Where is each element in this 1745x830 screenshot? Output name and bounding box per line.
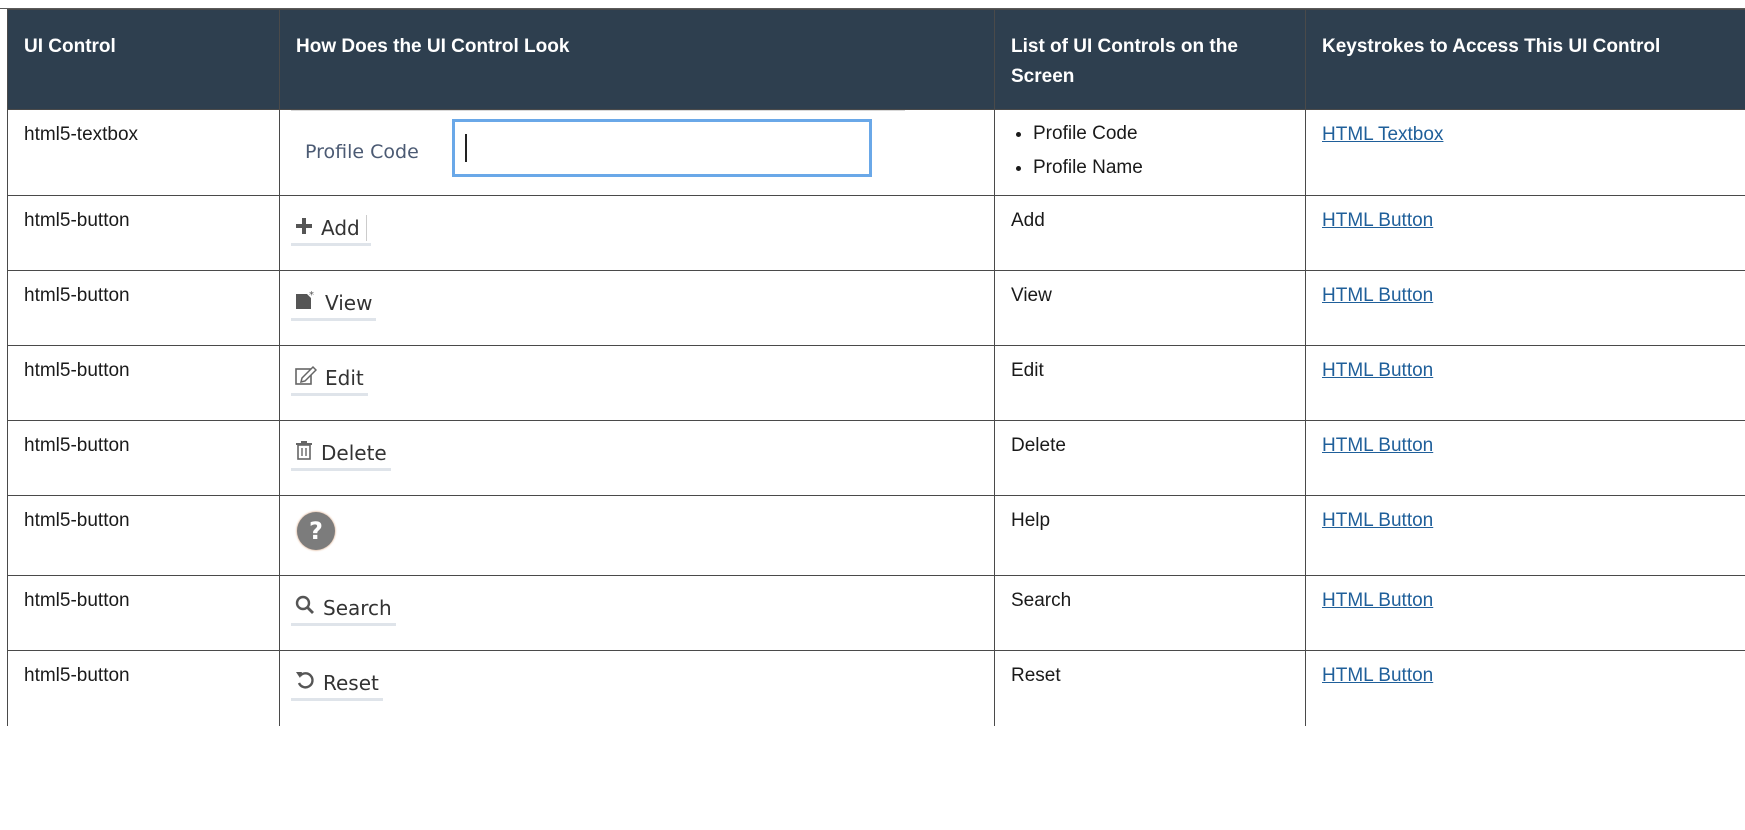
keystroke-cell: HTML Button (1305, 345, 1745, 421)
plus-icon (295, 215, 313, 241)
control-list-cell: Help (994, 495, 1306, 576)
table-header-row: UI Control How Does the UI Control Look … (7, 9, 1745, 110)
view-document-icon: * (295, 290, 317, 316)
keystroke-cell: HTML Button (1305, 195, 1745, 271)
control-type-cell: html5-button (7, 420, 280, 496)
reset-button-mock[interactable]: Reset (291, 663, 383, 701)
control-list-cell: Delete (994, 420, 1306, 496)
separator (365, 215, 367, 241)
profile-code-textbox-mock: Profile Code (291, 110, 905, 191)
trash-icon (295, 440, 313, 466)
table-row: html5-button ? Help HTML Button (7, 495, 1745, 576)
keystroke-cell: HTML Button (1305, 575, 1745, 651)
control-list-cell: Edit (994, 345, 1306, 421)
search-button-mock[interactable]: Search (291, 588, 396, 626)
control-look-cell: Reset (279, 650, 995, 726)
header-list-of-controls: List of UI Controls on the Screen (994, 9, 1306, 110)
text-cursor-icon (465, 134, 467, 162)
control-type-cell: html5-button (7, 345, 280, 421)
control-list-cell: View (994, 270, 1306, 346)
table-row: html5-button Reset Reset HTML Button (7, 650, 1745, 726)
html-button-link[interactable]: HTML Button (1322, 360, 1433, 381)
edit-pencil-icon (295, 365, 318, 391)
header-how-does-it-look: How Does the UI Control Look (279, 9, 995, 110)
table-row: html5-button Search Search HTML Button (7, 575, 1745, 651)
reset-arrow-icon (295, 670, 315, 696)
table-row: html5-button Edit Edit HTML Button (7, 345, 1745, 421)
control-look-cell: Delete (279, 420, 995, 496)
header-keystrokes: Keystrokes to Access This UI Control (1305, 9, 1745, 110)
keystroke-cell: HTML Button (1305, 420, 1745, 496)
table-row: html5-button * View View HTML Button (7, 270, 1745, 346)
control-look-cell: Add (279, 195, 995, 271)
html-button-link[interactable]: HTML Button (1322, 435, 1433, 456)
control-type-cell: html5-button (7, 575, 280, 651)
control-list: Profile Code Profile Name (1011, 122, 1289, 180)
header-ui-control: UI Control (7, 9, 280, 110)
control-type-cell: html5-button (7, 195, 280, 271)
search-button-label: Search (323, 596, 392, 620)
svg-text:*: * (309, 290, 314, 301)
control-type-cell: html5-textbox (7, 109, 280, 196)
control-list-cell: Profile Code Profile Name (994, 109, 1306, 196)
reset-button-label: Reset (323, 671, 379, 695)
list-item: Profile Code (1033, 122, 1289, 146)
add-button-mock[interactable]: Add (291, 208, 371, 246)
edit-button-mock[interactable]: Edit (291, 358, 368, 396)
control-look-cell: Profile Code (279, 109, 995, 196)
html-button-link[interactable]: HTML Button (1322, 510, 1433, 531)
control-look-cell: ? (279, 495, 995, 576)
control-list-cell: Add (994, 195, 1306, 271)
delete-button-mock[interactable]: Delete (291, 433, 391, 471)
control-list-cell: Reset (994, 650, 1306, 726)
control-list-cell: Search (994, 575, 1306, 651)
delete-button-label: Delete (321, 441, 387, 465)
html-textbox-link[interactable]: HTML Textbox (1322, 124, 1443, 145)
control-type-cell: html5-button (7, 270, 280, 346)
view-button-mock[interactable]: * View (291, 283, 377, 321)
html-button-link[interactable]: HTML Button (1322, 210, 1433, 231)
table-row: html5-button Delete Delete HTML Button (7, 420, 1745, 496)
view-button-label: View (325, 291, 373, 315)
profile-code-label: Profile Code (305, 141, 419, 163)
html-button-link[interactable]: HTML Button (1322, 285, 1433, 306)
keystroke-cell: HTML Button (1305, 270, 1745, 346)
list-item: Profile Name (1033, 156, 1289, 180)
control-type-cell: html5-button (7, 650, 280, 726)
edit-button-label: Edit (325, 366, 364, 390)
keystroke-cell: HTML Button (1305, 650, 1745, 726)
keystroke-cell: HTML Textbox (1305, 109, 1745, 196)
html-button-link[interactable]: HTML Button (1322, 590, 1433, 611)
table-row: html5-textbox Profile Code Profile Code … (7, 109, 1745, 196)
keystroke-cell: HTML Button (1305, 495, 1745, 576)
table-row: html5-button Add Add HTML Button (7, 195, 1745, 271)
control-look-cell: Search (279, 575, 995, 651)
control-type-cell: html5-button (7, 495, 280, 576)
html-button-link[interactable]: HTML Button (1322, 665, 1433, 686)
help-circle-icon[interactable]: ? (297, 512, 335, 550)
ui-controls-table: UI Control How Does the UI Control Look … (7, 9, 1745, 726)
search-icon (295, 595, 315, 621)
profile-code-input[interactable] (452, 119, 872, 177)
control-look-cell: * View (279, 270, 995, 346)
document-page: UI Control How Does the UI Control Look … (0, 0, 1745, 830)
control-look-cell: Edit (279, 345, 995, 421)
add-button-label: Add (321, 216, 360, 240)
